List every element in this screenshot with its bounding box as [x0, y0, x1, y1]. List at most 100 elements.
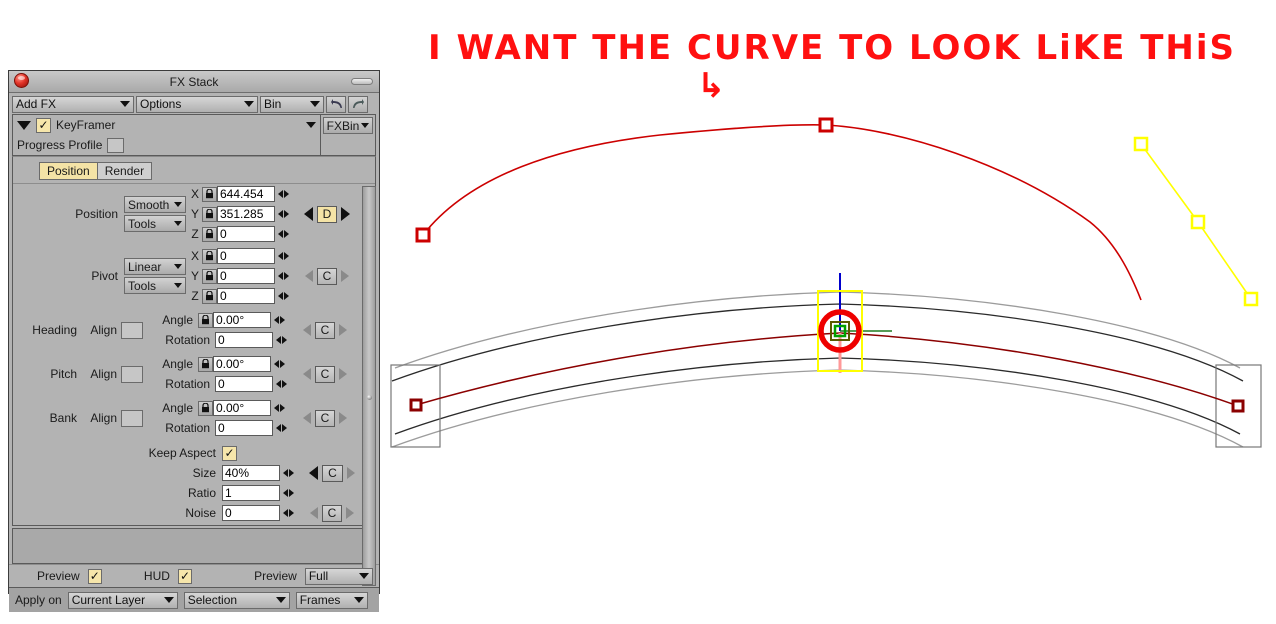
- pivot-x-input[interactable]: 0: [217, 248, 275, 264]
- lock-icon[interactable]: [198, 356, 213, 372]
- triangle-down-icon[interactable]: [17, 120, 31, 130]
- redo-button[interactable]: [348, 95, 368, 113]
- next-key-arrow-icon[interactable]: [341, 207, 351, 221]
- preview-quality-dropdown[interactable]: Full: [304, 567, 373, 585]
- prev-key-arrow-icon[interactable]: [309, 466, 319, 480]
- pivot-tools-dropdown[interactable]: Tools: [124, 277, 186, 294]
- next-key-arrow-icon[interactable]: [339, 368, 348, 380]
- pivot-y-stepper[interactable]: [275, 272, 291, 280]
- ratio-stepper[interactable]: [280, 489, 296, 497]
- pitch-rotation-stepper[interactable]: [273, 380, 289, 388]
- fxbin-dropdown[interactable]: FXBin: [322, 117, 374, 134]
- heading-align-label: Align: [90, 323, 117, 337]
- lock-icon[interactable]: [202, 268, 217, 284]
- selection-gizmo[interactable]: [817, 273, 892, 373]
- pivot-z-stepper[interactable]: [275, 292, 291, 300]
- heading-rotation-input[interactable]: 0: [215, 332, 273, 348]
- next-key-arrow-icon[interactable]: [346, 507, 355, 519]
- apply-scope-dropdown[interactable]: Selection: [183, 591, 290, 609]
- prev-key-arrow-icon[interactable]: [302, 324, 311, 336]
- keyframer-title-row[interactable]: ✓ KeyFramer: [13, 115, 320, 135]
- chevron-down-icon[interactable]: [306, 122, 316, 128]
- noise-row: Noise 0 C: [13, 503, 375, 523]
- curve-handles[interactable]: [409, 117, 1259, 413]
- bank-align-swatch[interactable]: [121, 409, 143, 427]
- bank-rotation-stepper[interactable]: [273, 424, 289, 432]
- prev-key-arrow-icon[interactable]: [304, 270, 313, 282]
- progress-profile-swatch[interactable]: [107, 137, 125, 153]
- size-key-button[interactable]: C: [322, 464, 343, 482]
- undo-button[interactable]: [326, 95, 346, 113]
- options-dropdown[interactable]: Options: [136, 95, 258, 113]
- pivot-x-stepper[interactable]: [275, 252, 291, 260]
- prev-key-arrow-icon[interactable]: [309, 507, 318, 519]
- position-key-button[interactable]: D: [316, 205, 338, 223]
- heading-angle-input[interactable]: 0.00°: [213, 312, 271, 328]
- lock-icon[interactable]: [198, 312, 213, 328]
- bank-rotation-input[interactable]: 0: [215, 420, 273, 436]
- lock-icon[interactable]: [202, 206, 217, 222]
- next-key-arrow-icon[interactable]: [346, 467, 355, 479]
- position-interp-dropdown[interactable]: Smooth: [124, 196, 186, 213]
- position-y-stepper[interactable]: [275, 210, 291, 218]
- lock-icon[interactable]: [202, 248, 217, 264]
- bin-dropdown[interactable]: Bin: [260, 95, 324, 113]
- close-gem-icon[interactable]: [14, 73, 29, 88]
- position-tools-dropdown[interactable]: Tools: [124, 215, 186, 232]
- pivot-interp-dropdown[interactable]: Linear: [124, 258, 186, 275]
- preview-checkbox[interactable]: ✓: [87, 568, 102, 584]
- next-key-arrow-icon[interactable]: [341, 270, 350, 282]
- pivot-z-input[interactable]: 0: [217, 288, 275, 304]
- pitch-key-button[interactable]: C: [314, 365, 336, 383]
- position-z-input[interactable]: 0: [217, 226, 275, 242]
- prev-key-arrow-icon[interactable]: [302, 368, 311, 380]
- minimize-icon[interactable]: [351, 78, 373, 85]
- add-fx-dropdown[interactable]: Add FX: [12, 95, 134, 113]
- apply-target-dropdown[interactable]: Current Layer: [67, 591, 178, 609]
- keyframer-enable-checkbox[interactable]: ✓: [36, 117, 51, 133]
- hud-checkbox[interactable]: ✓: [177, 568, 193, 584]
- heading-angle-stepper[interactable]: [271, 316, 287, 324]
- next-key-arrow-icon[interactable]: [339, 412, 348, 424]
- pitch-rotation-input[interactable]: 0: [215, 376, 273, 392]
- pitch-angle-input[interactable]: 0.00°: [213, 356, 271, 372]
- noise-key-button[interactable]: C: [321, 504, 343, 522]
- noise-input[interactable]: 0: [222, 505, 280, 521]
- bank-key-nav: C: [297, 409, 353, 427]
- window-titlebar[interactable]: FX Stack: [9, 71, 379, 93]
- heading-rotation-stepper[interactable]: [273, 336, 289, 344]
- position-y-input[interactable]: 351.285: [217, 206, 275, 222]
- next-key-arrow-icon[interactable]: [339, 324, 348, 336]
- lock-icon[interactable]: [202, 226, 217, 242]
- prev-key-arrow-icon[interactable]: [302, 412, 311, 424]
- pitch-angle-stepper[interactable]: [271, 360, 287, 368]
- apply-unit-dropdown[interactable]: Frames: [295, 591, 368, 609]
- position-x-stepper[interactable]: [275, 190, 291, 198]
- position-z-stepper[interactable]: [275, 230, 291, 238]
- position-x-input[interactable]: 644.454: [217, 186, 275, 202]
- lock-icon[interactable]: [202, 186, 217, 202]
- lock-icon[interactable]: [202, 288, 217, 304]
- pivot-key-button[interactable]: C: [316, 267, 338, 285]
- size-input[interactable]: 40%: [222, 465, 280, 481]
- prev-key-arrow-icon[interactable]: [303, 207, 313, 221]
- heading-key-button[interactable]: C: [314, 321, 336, 339]
- lock-icon[interactable]: [198, 400, 213, 416]
- extruded-ribbon: [390, 291, 1262, 448]
- pitch-align-swatch[interactable]: [121, 365, 143, 383]
- ratio-input[interactable]: 1: [222, 485, 280, 501]
- bank-angle-stepper[interactable]: [271, 404, 287, 412]
- heading-rotation-row: Rotation 0: [149, 330, 289, 350]
- bank-angle-input[interactable]: 0.00°: [213, 400, 271, 416]
- scrollbar-grip[interactable]: [367, 395, 372, 400]
- pivot-y-input[interactable]: 0: [217, 268, 275, 284]
- bank-key-button[interactable]: C: [314, 409, 336, 427]
- axis-label-x: X: [190, 187, 199, 201]
- tab-position[interactable]: Position: [39, 162, 98, 180]
- keep-aspect-checkbox[interactable]: ✓: [222, 445, 237, 461]
- tab-render[interactable]: Render: [97, 162, 153, 180]
- heading-align-swatch[interactable]: [121, 321, 143, 339]
- parameters-scrollbar[interactable]: [362, 186, 376, 586]
- noise-stepper[interactable]: [280, 509, 296, 517]
- size-stepper[interactable]: [280, 469, 296, 477]
